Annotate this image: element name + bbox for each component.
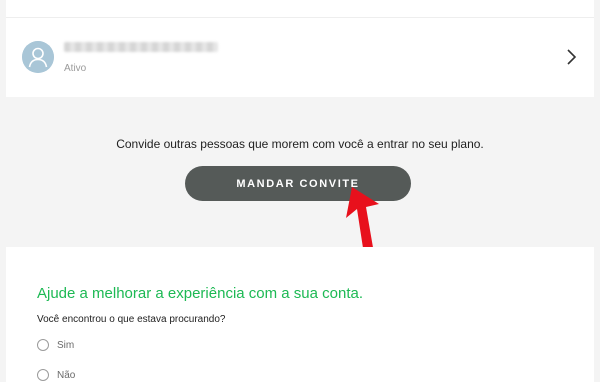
feedback-card: Ajude a melhorar a experiência com a sua… <box>6 247 594 382</box>
radio-label-yes: Sim <box>57 339 75 351</box>
radio-button-no[interactable] <box>37 369 49 381</box>
feedback-question: Você encontrou o que estava procurando? <box>37 314 226 325</box>
invite-section: Convide outras pessoas que morem com voc… <box>0 97 600 247</box>
radio-option-yes[interactable]: Sim <box>37 339 74 351</box>
invite-description: Convide outras pessoas que morem com voc… <box>116 137 484 151</box>
feedback-title: Ajude a melhorar a experiência com a sua… <box>37 285 364 302</box>
radio-button-yes[interactable] <box>37 339 49 351</box>
member-name-redacted <box>64 42 218 52</box>
member-row[interactable]: Ativo <box>6 18 594 97</box>
chevron-right-icon[interactable] <box>564 48 578 66</box>
member-status: Ativo <box>64 63 87 74</box>
user-avatar-icon <box>22 41 54 73</box>
members-card: Ativo <box>6 0 594 97</box>
radio-option-no[interactable]: Não <box>37 369 75 381</box>
radio-label-no: Não <box>57 369 76 381</box>
